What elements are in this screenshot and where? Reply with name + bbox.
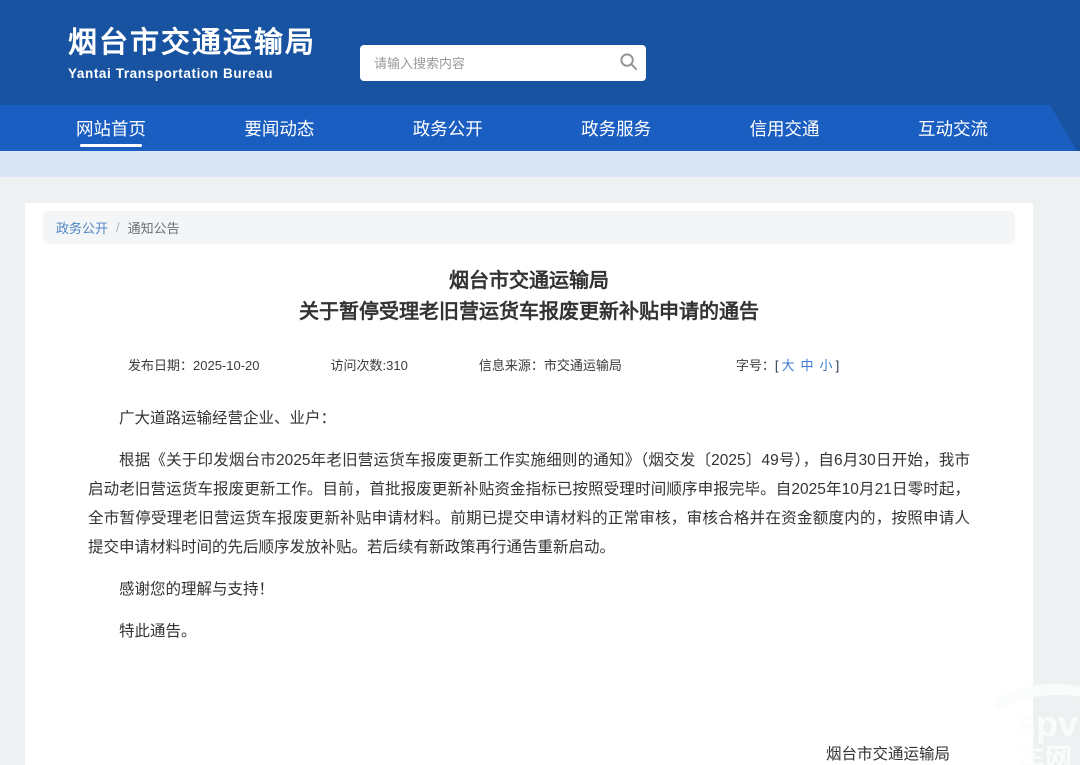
font-size-label: 字号： (736, 358, 775, 373)
signature-block: 烟台市交通运输局 2025年10月20日 (88, 738, 970, 765)
nav-item-label: 要闻动态 (244, 116, 314, 141)
search-box (360, 45, 646, 81)
publish-date-label: 发布日期： (128, 358, 193, 373)
nav-item[interactable]: 要闻动态 (244, 105, 314, 151)
font-size-control: 字号：[大中小] (736, 355, 839, 374)
article-paragraph: 特此通告。 (88, 617, 970, 646)
article-title-line1: 烟台市交通运输局 (88, 266, 970, 297)
signature-org: 烟台市交通运输局 (88, 738, 950, 765)
visit-count: 访问次数:310 (331, 355, 408, 374)
site-name-chinese: 烟台市交通运输局 (68, 27, 316, 59)
search-button[interactable] (610, 45, 646, 81)
nav-item[interactable]: 网站首页 (76, 105, 146, 151)
article-title: 烟台市交通运输局 关于暂停受理老旧营运货车报废更新补贴申请的通告 (88, 266, 970, 328)
bracket-close: ] (836, 358, 840, 373)
publish-date-value: 2025-10-20 (193, 358, 260, 373)
font-size-small-link[interactable]: 小 (820, 358, 833, 373)
breadcrumb-parent-link[interactable]: 政务公开 (56, 218, 108, 237)
site-logo: 烟台市交通运输局 Yantai Transportation Bureau (68, 27, 316, 81)
info-source-label: 信息来源： (479, 358, 544, 373)
sub-nav-strip (0, 151, 1080, 177)
nav-item-label: 政务公开 (413, 116, 483, 141)
visit-count-value: 310 (386, 358, 408, 373)
article-card: 政务公开 / 通知公告 烟台市交通运输局 关于暂停受理老旧营运货车报废更新补贴申… (25, 203, 1033, 765)
publish-date: 发布日期：2025-10-20 (128, 355, 260, 374)
info-source: 信息来源：市交通运输局 (479, 355, 622, 374)
article-paragraph: 感谢您的理解与支持！ (88, 575, 970, 604)
nav-item[interactable]: 政务公开 (413, 105, 483, 151)
info-source-value: 市交通运输局 (544, 358, 622, 373)
nav-item-label: 信用交通 (750, 116, 820, 141)
article-title-line2: 关于暂停受理老旧营运货车报废更新补贴申请的通告 (88, 297, 970, 328)
article-paragraph: 根据《关于印发烟台市2025年老旧营运货车报废更新工作实施细则的通知》（烟交发〔… (88, 446, 970, 562)
content-area: 政务公开 / 通知公告 烟台市交通运输局 关于暂停受理老旧营运货车报废更新补贴申… (0, 177, 1080, 765)
visit-count-label: 访问次数: (331, 358, 387, 373)
font-size-large-link[interactable]: 大 (782, 358, 795, 373)
search-input[interactable] (360, 56, 610, 71)
nav-list: 网站首页 要闻动态 政务公开 政务服务 信用交通 互动交流 (0, 105, 1080, 151)
breadcrumb: 政务公开 / 通知公告 (43, 211, 1015, 244)
nav-item-label: 互动交流 (918, 116, 988, 141)
nav-item[interactable]: 政务服务 (581, 105, 651, 151)
page: 烟台市交通运输局 Yantai Transportation Bureau 网站… (0, 0, 1080, 765)
search-icon (619, 52, 638, 74)
nav-item[interactable]: 互动交流 (918, 105, 988, 151)
nav-item-label: 政务服务 (581, 116, 651, 141)
font-size-medium-link[interactable]: 中 (801, 358, 814, 373)
bracket-open: [ (775, 358, 779, 373)
article-body: 广大道路运输经营企业、业户： 根据《关于印发烟台市2025年老旧营运货车报废更新工… (88, 404, 970, 646)
article-paragraph: 广大道路运输经营企业、业户： (88, 404, 970, 433)
main-nav: 网站首页 要闻动态 政务公开 政务服务 信用交通 互动交流 (0, 105, 1080, 151)
article-meta: 发布日期：2025-10-20 访问次数:310 信息来源：市交通运输局 字号：… (88, 355, 970, 374)
nav-item[interactable]: 信用交通 (750, 105, 820, 151)
site-header: 烟台市交通运输局 Yantai Transportation Bureau (0, 0, 1080, 105)
breadcrumb-separator: / (116, 220, 120, 235)
breadcrumb-current: 通知公告 (128, 218, 180, 237)
site-name-english: Yantai Transportation Bureau (68, 66, 316, 81)
article: 烟台市交通运输局 关于暂停受理老旧营运货车报废更新补贴申请的通告 发布日期：20… (43, 266, 1015, 765)
nav-item-label: 网站首页 (76, 116, 146, 141)
